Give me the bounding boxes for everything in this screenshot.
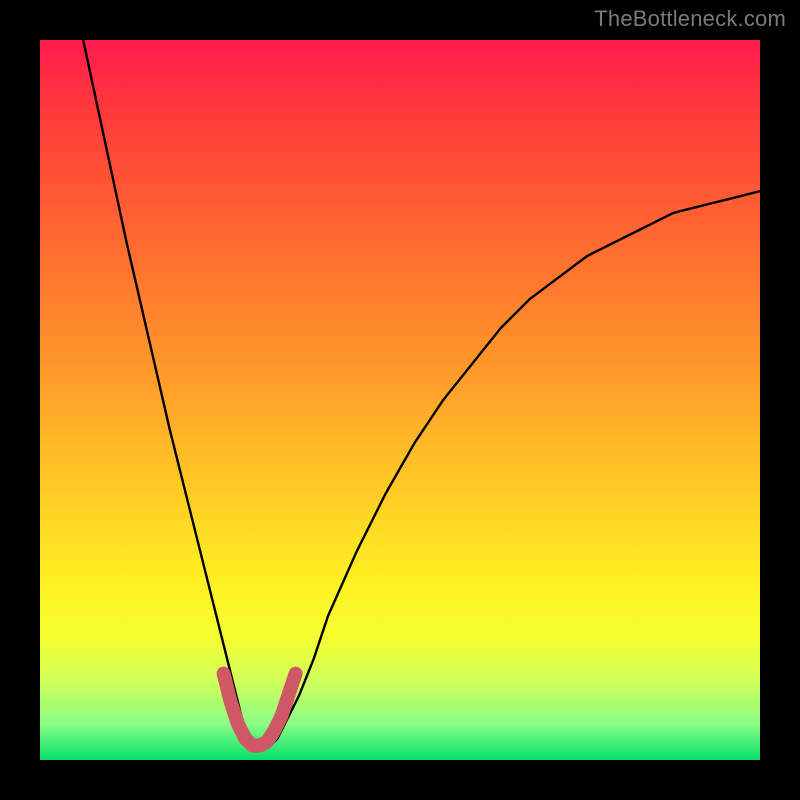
plot-area xyxy=(40,40,760,760)
curve-layer xyxy=(40,40,760,760)
bottleneck-curve xyxy=(83,40,760,746)
watermark-text: TheBottleneck.com xyxy=(594,6,786,32)
chart-frame: TheBottleneck.com xyxy=(0,0,800,800)
